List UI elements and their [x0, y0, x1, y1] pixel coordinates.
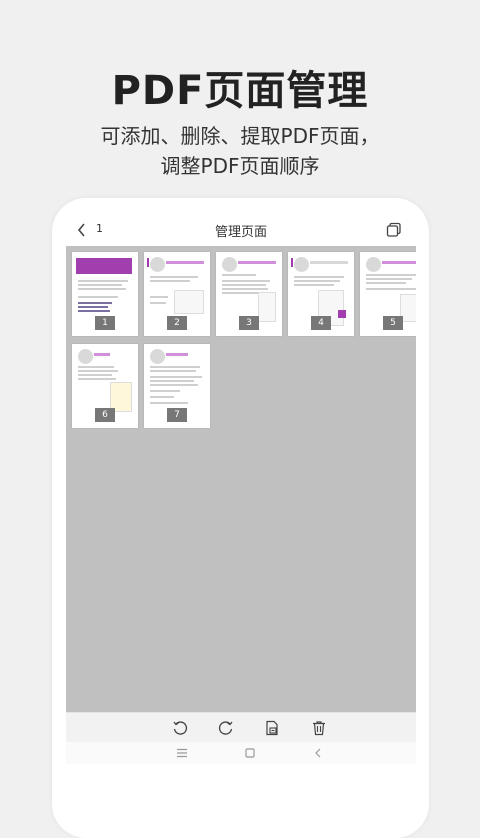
thumb-dot [366, 257, 381, 272]
page-number-badge: 2 [167, 316, 187, 330]
rotate-right-button[interactable] [216, 718, 236, 738]
page-thumbnail-3[interactable]: 3 [216, 252, 282, 336]
page-number-badge: 3 [239, 316, 259, 330]
page-banner [76, 258, 132, 274]
thumb-dot [222, 257, 237, 272]
page-thumbnail-4[interactable]: 4 [288, 252, 354, 336]
copy-pages-button[interactable] [384, 220, 404, 240]
phone-screen: 1 管理页面 1 2 3 4 5 6 7 [66, 214, 416, 764]
page-number-badge: 7 [167, 408, 187, 422]
menu-icon [177, 748, 187, 758]
page-thumbnail-1[interactable]: 1 [72, 252, 138, 336]
thumb-dot [150, 349, 165, 364]
rotate-left-button[interactable] [170, 718, 190, 738]
page-thumbnail-2[interactable]: 2 [144, 252, 210, 336]
rotate-left-icon [173, 721, 188, 735]
system-nav-bar [66, 742, 416, 764]
page-thumbnail-7[interactable]: 7 [144, 344, 210, 428]
delete-button[interactable] [309, 718, 329, 738]
hero-subtitle-line1: 可添加、删除、提取PDF页面， [100, 124, 380, 148]
thumb-dot [294, 257, 309, 272]
header-title: 管理页面 [214, 225, 267, 240]
thumb-dot [78, 349, 93, 364]
rotate-right-icon [218, 721, 233, 735]
thumb-dot [150, 257, 165, 272]
hero-subtitle-line2: 调整PDF页面顺序 [160, 154, 320, 178]
nav-back-button[interactable] [310, 745, 326, 761]
extract-page-button[interactable] [262, 718, 282, 738]
home-square-icon [245, 748, 255, 758]
page-number-badge: 4 [311, 316, 331, 330]
back-triangle-icon [315, 748, 321, 758]
extract-page-icon [266, 720, 278, 736]
delete-icon [313, 721, 325, 736]
bottom-toolbar [66, 712, 416, 743]
page-number-badge: 1 [95, 316, 115, 330]
page-thumbnail-5[interactable]: 5 [360, 252, 416, 336]
page-number-badge: 6 [95, 408, 115, 422]
nav-menu-button[interactable] [174, 745, 190, 761]
nav-home-button[interactable] [242, 745, 258, 761]
app-header: 1 管理页面 [66, 214, 416, 246]
page-thumbnail-6[interactable]: 6 [72, 344, 138, 428]
page-number-badge: 5 [383, 316, 403, 330]
page-grid: 1 2 3 4 5 6 7 [66, 246, 416, 712]
hero-title: PDF页面管理 [111, 68, 369, 114]
copy-pages-icon [386, 222, 401, 237]
